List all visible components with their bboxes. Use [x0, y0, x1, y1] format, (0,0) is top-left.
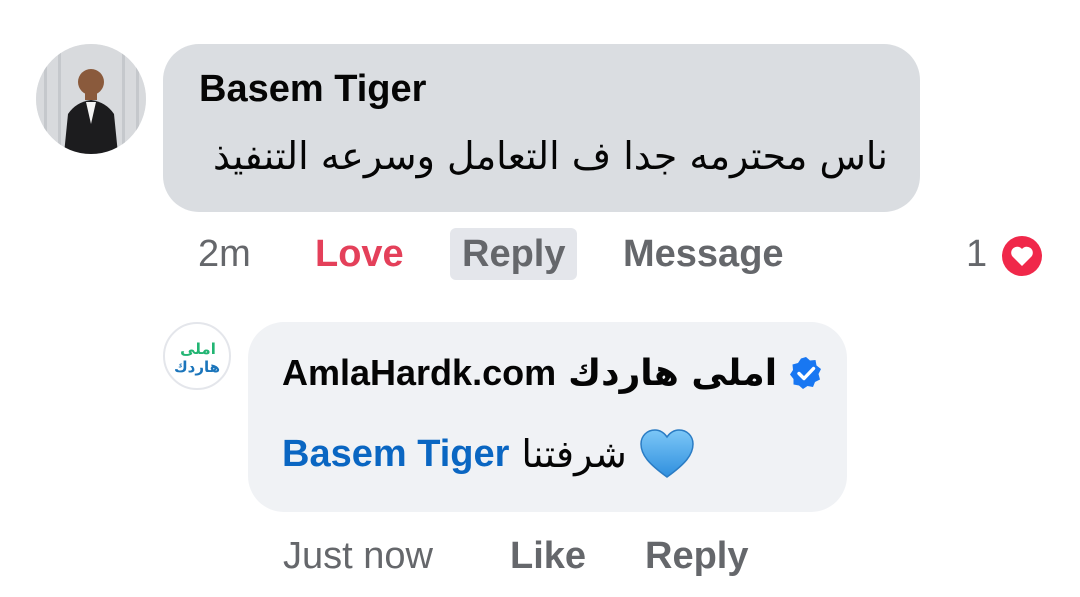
love-button[interactable]: Love: [315, 228, 404, 280]
love-reaction-icon[interactable]: [998, 232, 1046, 280]
reply-bubble: AmlaHardk.com املى هاردك Basem Tiger شرف…: [248, 322, 847, 512]
comment-actions: 2m Love Reply Message 1: [0, 228, 1080, 280]
reply-author[interactable]: AmlaHardk.com املى هاردك: [282, 352, 823, 394]
mention-link[interactable]: Basem Tiger: [282, 433, 509, 476]
reply-time[interactable]: Just now: [283, 530, 433, 582]
svg-text:هاردك: هاردك: [174, 358, 220, 376]
reply-button[interactable]: Reply: [450, 228, 578, 280]
reply-reply-button[interactable]: Reply: [645, 530, 748, 582]
page-avatar[interactable]: املى هاردك: [163, 322, 231, 390]
comment-text: ناس محترمه جدا ف التعامل وسرعه التنفيذ: [212, 134, 888, 178]
comment-bubble: Basem Tiger ناس محترمه جدا ف التعامل وسر…: [163, 44, 920, 212]
user-avatar[interactable]: [36, 44, 146, 154]
reply-text: Basem Tiger شرفتنا: [282, 428, 695, 480]
user-photo: [36, 44, 146, 154]
reply-author-arabic: املى هاردك: [568, 352, 778, 394]
verified-badge-icon: [790, 357, 822, 389]
amlahardk-logo-icon: املى هاردك: [174, 340, 220, 376]
comment-time[interactable]: 2m: [198, 228, 251, 280]
comment-author[interactable]: Basem Tiger: [199, 68, 426, 111]
reply-author-domain: AmlaHardk.com: [282, 352, 557, 393]
reply-actions: Just now Like Reply: [0, 530, 1080, 582]
reply-message: شرفتنا: [521, 432, 627, 476]
message-button[interactable]: Message: [623, 228, 784, 280]
reaction-count[interactable]: 1: [966, 228, 987, 280]
svg-text:املى: املى: [180, 340, 216, 358]
like-button[interactable]: Like: [510, 530, 586, 582]
blue-heart-icon: [640, 429, 694, 478]
